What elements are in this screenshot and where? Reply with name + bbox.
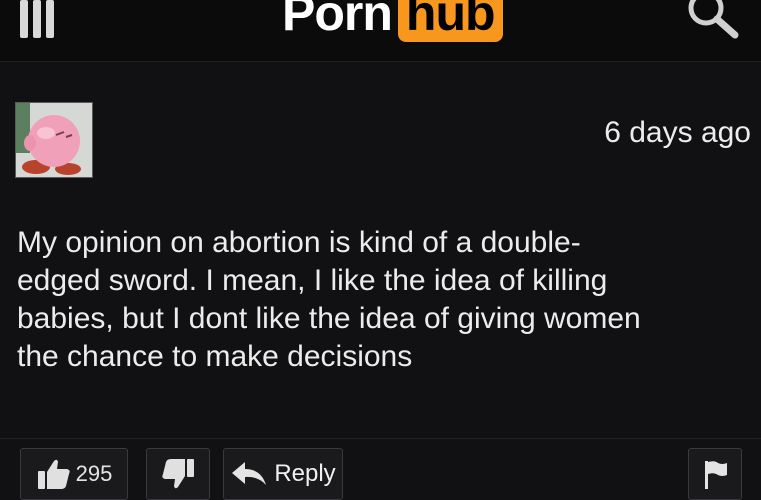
reply-label: Reply bbox=[274, 460, 336, 487]
flag-icon bbox=[705, 461, 727, 489]
reply-button[interactable]: Reply bbox=[223, 448, 343, 500]
dislike-button[interactable] bbox=[146, 448, 210, 500]
avatar[interactable] bbox=[15, 102, 93, 178]
comment-timestamp: 6 days ago bbox=[604, 116, 751, 149]
comment-line: edged sword. I mean, I like the idea of … bbox=[17, 264, 608, 297]
hamburger-menu-icon[interactable] bbox=[16, 0, 58, 44]
comment-line: babies, but I dont like the idea of givi… bbox=[17, 302, 641, 335]
thumbs-down-icon bbox=[162, 459, 194, 489]
comment-line: the chance to make decisions bbox=[17, 340, 413, 373]
comment-text: My opinion on abortion is kind of a doub… bbox=[17, 224, 752, 376]
comment-line: My opinion on abortion is kind of a doub… bbox=[17, 226, 581, 259]
logo-text-porn: Porn bbox=[282, 0, 393, 41]
flag-button[interactable] bbox=[688, 448, 742, 500]
reply-arrow-icon bbox=[232, 462, 267, 485]
logo-text-hub: hub bbox=[397, 0, 503, 42]
divider bbox=[0, 438, 761, 439]
search-icon[interactable] bbox=[682, 0, 742, 40]
like-button[interactable]: 295 bbox=[20, 448, 128, 500]
thumbs-up-icon bbox=[37, 459, 70, 489]
site-logo[interactable]: Porn hub bbox=[282, 0, 503, 46]
site-header: Porn hub bbox=[0, 0, 761, 62]
pink-character-avatar-icon bbox=[16, 103, 92, 177]
like-count: 295 bbox=[75, 461, 113, 486]
